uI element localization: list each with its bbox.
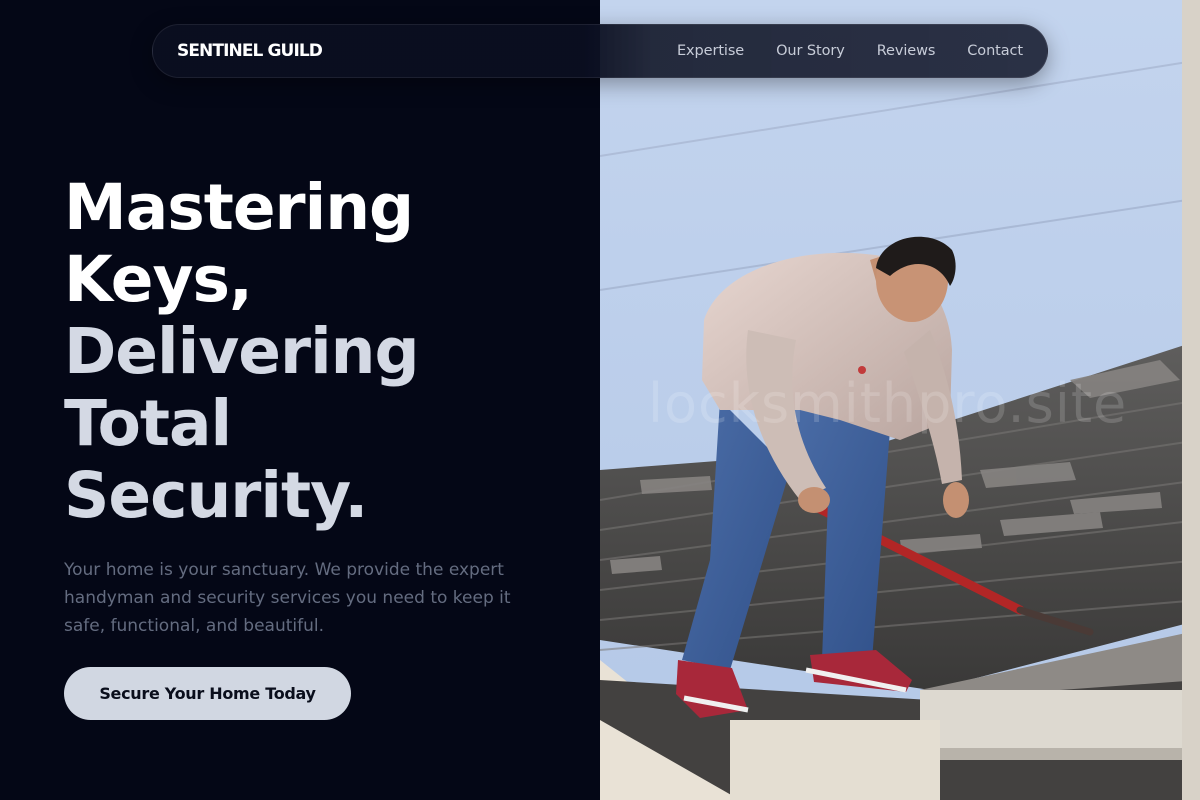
nav-link-our-story[interactable]: Our Story — [776, 43, 845, 59]
hero-headline: Mastering Keys, Delivering Total Securit… — [64, 172, 584, 532]
headline-line-3: Delivering — [64, 315, 420, 388]
secure-home-cta-button[interactable]: Secure Your Home Today — [64, 667, 351, 720]
headline-line-2: Keys, — [64, 243, 253, 316]
top-navbar: SENTINEL GUILD Expertise Our Story Revie… — [152, 24, 1048, 78]
headline-line-1: Mastering — [64, 171, 414, 244]
headline-line-4: Total — [64, 387, 232, 460]
nav-link-contact[interactable]: Contact — [967, 43, 1023, 59]
nav-links: Expertise Our Story Reviews Contact — [677, 43, 1023, 59]
nav-link-reviews[interactable]: Reviews — [877, 43, 936, 59]
hero-subtext: Your home is your sanctuary. We provide … — [64, 560, 511, 636]
hero-image — [600, 0, 1200, 800]
headline-line-5: Security. — [64, 459, 368, 532]
nav-link-expertise[interactable]: Expertise — [677, 43, 744, 59]
brand-logo[interactable]: SENTINEL GUILD — [177, 41, 323, 61]
